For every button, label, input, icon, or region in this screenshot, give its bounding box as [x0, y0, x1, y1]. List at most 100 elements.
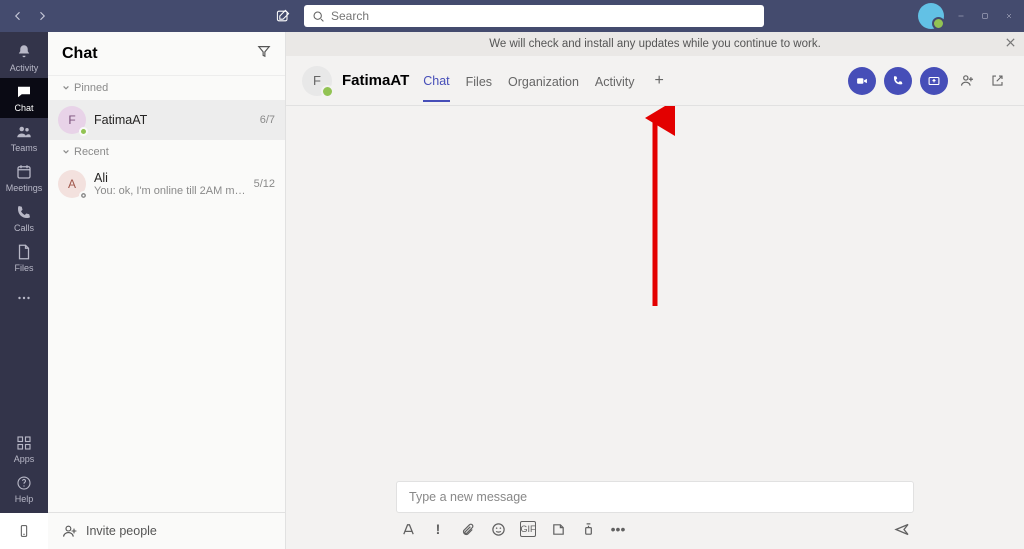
- video-icon: [855, 74, 869, 88]
- message-composer: Type a new message ! GIF •••: [286, 481, 1024, 549]
- bell-icon: [15, 43, 33, 61]
- tab-chat[interactable]: Chat: [423, 60, 449, 102]
- filter-button[interactable]: [257, 44, 271, 63]
- annotation-arrow: [635, 106, 675, 316]
- search-icon: [312, 10, 325, 23]
- presence-available-icon: [79, 127, 88, 136]
- more-extensions-button[interactable]: •••: [610, 521, 626, 537]
- rail-label: Teams: [11, 143, 38, 153]
- rail-chat[interactable]: Chat: [0, 78, 48, 118]
- phone-icon: [15, 203, 33, 221]
- schedule-meeting-button[interactable]: [580, 521, 596, 537]
- people-add-icon: [959, 72, 976, 89]
- attach-button[interactable]: [460, 521, 476, 537]
- close-icon: [1005, 37, 1016, 48]
- avatar: A: [58, 170, 86, 198]
- avatar: F: [302, 66, 332, 96]
- window-close-button[interactable]: [1002, 9, 1016, 23]
- nav-back-button[interactable]: [8, 6, 28, 26]
- chat-item-date: 6/7: [260, 114, 275, 126]
- rail-label: Calls: [14, 223, 34, 233]
- rail-label: Apps: [14, 454, 35, 464]
- sticker-icon: [551, 522, 566, 537]
- format-icon: [401, 522, 416, 537]
- rail-more[interactable]: [0, 278, 48, 318]
- video-call-button[interactable]: [848, 67, 876, 95]
- chat-item-ali[interactable]: A Ali You: ok, I'm online till 2AM my ti…: [48, 164, 285, 204]
- update-banner: We will check and install any updates wh…: [286, 32, 1024, 56]
- rail-label: Chat: [14, 103, 33, 113]
- rail-help[interactable]: Help: [0, 469, 48, 509]
- popout-button[interactable]: [986, 70, 1008, 92]
- message-input[interactable]: Type a new message: [396, 481, 914, 513]
- avatar: F: [58, 106, 86, 134]
- screen-share-button[interactable]: [920, 67, 948, 95]
- tab-organization[interactable]: Organization: [508, 61, 579, 101]
- conversation-header: F FatimaAT Chat Files Organization Activ…: [286, 56, 1024, 106]
- window-maximize-button[interactable]: [978, 9, 992, 23]
- rail-label: Files: [14, 263, 33, 273]
- audio-call-button[interactable]: [884, 67, 912, 95]
- rail-label: Meetings: [6, 183, 43, 193]
- conversation-panel: We will check and install any updates wh…: [286, 32, 1024, 549]
- emoji-icon: [491, 522, 506, 537]
- search-box[interactable]: [304, 5, 764, 27]
- file-icon: [15, 243, 33, 261]
- rail-teams[interactable]: Teams: [0, 118, 48, 158]
- rail-label: Help: [15, 494, 34, 504]
- paperclip-icon: [461, 522, 476, 537]
- banner-close-button[interactable]: [1005, 37, 1016, 51]
- emoji-button[interactable]: [490, 521, 506, 537]
- send-button[interactable]: [894, 521, 910, 537]
- invite-people-button[interactable]: Invite people: [48, 512, 285, 549]
- phone-icon: [892, 74, 905, 87]
- help-icon: [15, 474, 33, 492]
- share-screen-icon: [927, 74, 941, 88]
- rail-label: Activity: [10, 63, 39, 73]
- teams-icon: [15, 123, 33, 141]
- rail-activity[interactable]: Activity: [0, 38, 48, 78]
- section-pinned[interactable]: Pinned: [48, 76, 285, 100]
- add-tab-button[interactable]: +: [651, 72, 668, 90]
- search-input[interactable]: [331, 9, 756, 23]
- add-people-button[interactable]: [956, 70, 978, 92]
- app-rail: Activity Chat Teams Meetings Calls Files: [0, 32, 48, 549]
- tab-files[interactable]: Files: [466, 61, 492, 101]
- tab-activity[interactable]: Activity: [595, 61, 635, 101]
- gif-button[interactable]: GIF: [520, 521, 536, 537]
- rail-calls[interactable]: Calls: [0, 198, 48, 238]
- banner-text: We will check and install any updates wh…: [489, 38, 821, 50]
- chat-item-name: Ali: [94, 171, 248, 185]
- chat-item-preview: You: ok, I'm online till 2AM my time, an…: [94, 185, 248, 197]
- popout-icon: [990, 73, 1005, 88]
- chat-list-panel: Chat Pinned F FatimaAT 6/7 Recent: [48, 32, 286, 549]
- priority-button[interactable]: !: [430, 521, 446, 537]
- rail-download[interactable]: [0, 513, 48, 549]
- rail-apps[interactable]: Apps: [0, 429, 48, 469]
- chat-item-date: 5/12: [254, 178, 275, 190]
- meeting-icon: [581, 522, 596, 537]
- chat-icon: [15, 83, 33, 101]
- nav-forward-button[interactable]: [32, 6, 52, 26]
- section-recent[interactable]: Recent: [48, 140, 285, 164]
- rail-meetings[interactable]: Meetings: [0, 158, 48, 198]
- profile-avatar[interactable]: [918, 3, 944, 29]
- chevron-down-icon: [62, 84, 70, 92]
- invite-icon: [62, 523, 78, 539]
- compose-button[interactable]: [272, 5, 294, 27]
- sticker-button[interactable]: [550, 521, 566, 537]
- format-button[interactable]: [400, 521, 416, 537]
- apps-icon: [15, 434, 33, 452]
- filter-icon: [257, 44, 271, 58]
- conversation-body: [286, 106, 1024, 481]
- calendar-icon: [15, 163, 33, 181]
- panel-title: Chat: [62, 45, 98, 63]
- device-icon: [16, 523, 32, 539]
- chat-item-name: FatimaAT: [94, 113, 254, 127]
- window-minimize-button[interactable]: [954, 9, 968, 23]
- rail-files[interactable]: Files: [0, 238, 48, 278]
- more-icon: [15, 289, 33, 307]
- title-bar: [0, 0, 1024, 32]
- presence-offline-icon: [79, 191, 88, 200]
- chat-item-fatimaat[interactable]: F FatimaAT 6/7: [48, 100, 285, 140]
